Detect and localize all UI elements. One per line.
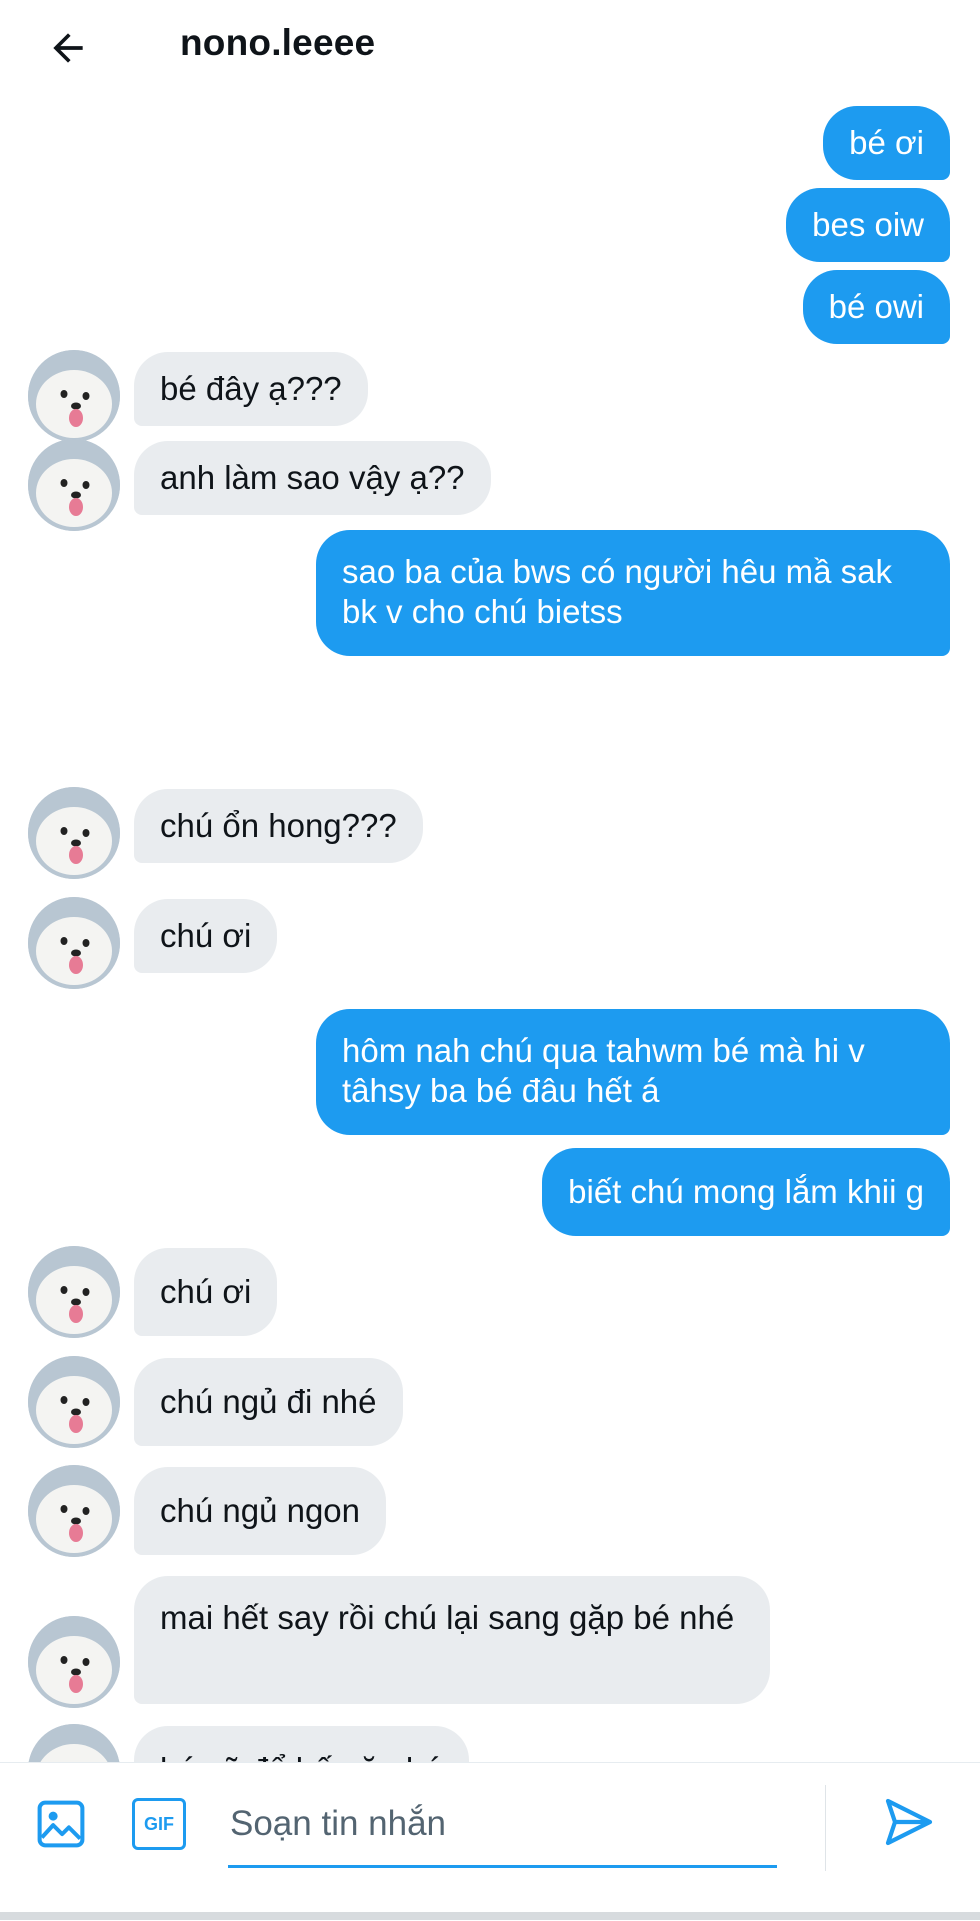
message-input[interactable] [228,1783,777,1868]
dog-avatar-image [28,1246,120,1338]
avatar[interactable] [28,350,120,442]
avatar[interactable] [28,897,120,989]
received-message-bubble[interactable]: chú ngủ đi nhé [134,1358,403,1446]
avatar[interactable] [28,439,120,531]
sent-message-bubble[interactable]: bes oiw [786,188,950,262]
sent-message-bubble[interactable]: bé ơi [823,106,950,180]
dog-avatar-image [28,1356,120,1448]
dog-avatar-image [28,1465,120,1557]
conversation-title[interactable]: nono.leeee [180,22,375,64]
avatar[interactable] [28,787,120,879]
dog-avatar-image [28,787,120,879]
avatar[interactable] [28,1246,120,1338]
back-button[interactable] [40,20,96,76]
avatar[interactable] [28,1356,120,1448]
message-thread[interactable]: bé ơi bes oiw bé owi bé đây ạ??? anh làm… [0,0,980,1762]
received-message-bubble[interactable]: chú ơi [134,1248,278,1336]
received-message-bubble[interactable]: mai hết say rồi chú lại sang gặp bé nhé [134,1576,770,1704]
keyboard-strip [0,1912,980,1920]
dog-avatar-image [28,1616,120,1708]
dog-avatar-image [28,350,120,442]
sent-message-bubble[interactable]: hôm nah chú qua tahwm bé mà hi v tâhsy b… [316,1009,950,1135]
arrow-left-icon [53,33,83,63]
avatar[interactable] [28,1724,120,1762]
send-icon [885,1798,933,1846]
divider [825,1785,826,1871]
gif-icon: GIF [132,1798,186,1850]
sent-message-bubble[interactable]: biết chú mong lắm khii g [542,1148,950,1236]
avatar[interactable] [28,1616,120,1708]
media-button[interactable] [30,1793,92,1855]
received-message-bubble[interactable]: bé đây ạ??? [134,352,368,426]
image-icon [37,1800,85,1848]
received-message-bubble[interactable]: bé sẽ để bế gặp bé [134,1726,469,1762]
gif-button[interactable]: GIF [128,1793,190,1855]
sent-message-bubble[interactable]: bé owi [802,270,950,344]
dog-avatar-image [28,1724,120,1762]
avatar[interactable] [28,1465,120,1557]
received-message-bubble[interactable]: chú ngủ ngon [134,1467,387,1555]
dog-avatar-image [28,439,120,531]
received-message-bubble[interactable]: anh làm sao vậy ạ?? [134,441,491,515]
received-message-bubble[interactable]: chú ơi [134,899,278,973]
received-message-bubble[interactable]: chú ổn hong??? [134,789,423,863]
sent-message-bubble[interactable]: sao ba của bws có người hêu mầ sak bk v … [316,530,950,656]
conversation-header: nono.leeee [0,0,980,92]
send-button[interactable] [876,1789,942,1855]
dog-avatar-image [28,897,120,989]
message-composer: GIF [0,1762,980,1921]
